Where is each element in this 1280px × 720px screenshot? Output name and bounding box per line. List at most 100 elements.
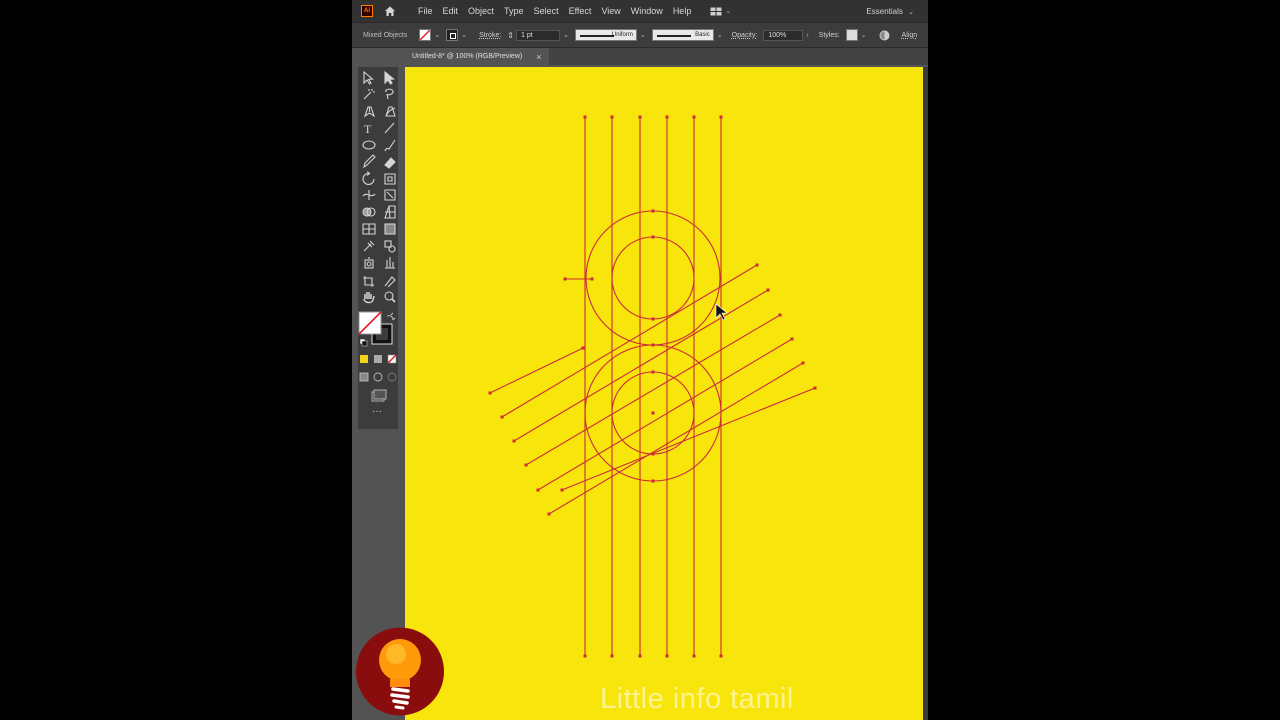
mesh-tool-icon[interactable] — [362, 223, 376, 235]
anchor-point[interactable] — [500, 415, 504, 419]
free-transform-icon[interactable] — [384, 189, 396, 201]
align-button[interactable]: Align — [902, 32, 918, 39]
opacity-label[interactable]: Opacity: — [732, 32, 758, 39]
diagonal-guide-path[interactable] — [548, 362, 804, 515]
direct-selection-tool-icon[interactable] — [384, 70, 395, 85]
menu-window[interactable]: Window — [626, 6, 668, 16]
anchor-point[interactable] — [583, 115, 587, 119]
rotate-tool-icon[interactable] — [362, 171, 375, 185]
document-tab[interactable]: Untitled-8* @ 100% (RGB/Preview) × — [404, 48, 550, 65]
diagonal-guide-path[interactable] — [513, 289, 769, 442]
anchor-point[interactable] — [692, 115, 696, 119]
home-icon[interactable] — [383, 4, 397, 18]
anchor-point[interactable] — [651, 343, 655, 347]
lasso-icon[interactable] — [385, 88, 394, 100]
anchor-point[interactable] — [665, 115, 669, 119]
screen-mode-icon[interactable] — [371, 389, 387, 402]
anchor-point[interactable] — [488, 391, 492, 395]
anchor-point[interactable] — [560, 488, 564, 492]
stroke-weight-value[interactable]: 1 pt — [516, 29, 560, 41]
diagonal-guide-path[interactable] — [537, 338, 793, 491]
outer-top-circle[interactable] — [585, 210, 721, 346]
pen-tool-icon[interactable] — [363, 106, 376, 118]
graphic-styles-swatch[interactable]: ⌄ — [845, 29, 867, 41]
line-tool-icon[interactable] — [384, 122, 395, 134]
diagonal-guide-path[interactable] — [489, 347, 584, 394]
zoom-tool-icon[interactable] — [384, 291, 396, 303]
recolor-artwork-icon[interactable] — [879, 30, 890, 41]
default-colors-icon[interactable] — [359, 338, 368, 347]
anchor-point[interactable] — [651, 479, 655, 483]
diagonal-guide-path[interactable] — [561, 387, 816, 491]
gradient-tool-icon[interactable] — [384, 223, 396, 235]
anchor-point[interactable] — [651, 209, 655, 213]
selection-tool-icon[interactable] — [363, 70, 374, 85]
eraser-icon[interactable] — [384, 157, 396, 169]
menu-help[interactable]: Help — [668, 6, 697, 16]
anchor-point[interactable] — [778, 313, 782, 317]
width-tool-icon[interactable] — [362, 190, 376, 200]
curvature-tool-icon[interactable] — [385, 106, 396, 117]
scale-tool-icon[interactable] — [384, 173, 396, 185]
shape-builder-icon[interactable] — [362, 207, 376, 217]
menu-select[interactable]: Select — [529, 6, 564, 16]
anchor-point[interactable] — [563, 277, 567, 281]
anchor-point[interactable] — [651, 317, 655, 321]
anchor-point[interactable] — [755, 263, 759, 267]
anchor-point[interactable] — [590, 277, 594, 281]
hand-tool-icon[interactable] — [363, 292, 375, 304]
anchor-point[interactable] — [547, 512, 551, 516]
menu-view[interactable]: View — [596, 6, 625, 16]
diagonal-guide-path[interactable] — [525, 314, 781, 466]
stroke-swatch[interactable]: ⌄ — [446, 29, 467, 41]
anchor-point[interactable] — [766, 288, 770, 292]
workspace-switcher[interactable]: Essentials ⌄ — [866, 7, 914, 16]
variable-width-profile[interactable]: Uniform ⌄ — [574, 29, 646, 41]
anchor-point[interactable] — [610, 654, 614, 658]
type-tool-icon[interactable]: T — [364, 122, 372, 136]
symbol-sprayer-icon[interactable] — [364, 257, 374, 269]
eyedropper-icon[interactable] — [363, 240, 375, 252]
fill-swatch[interactable]: ⌄ — [419, 29, 440, 41]
anchor-point[interactable] — [651, 370, 655, 374]
edit-toolbar-button[interactable]: ··· — [372, 406, 382, 417]
inner-top-circle[interactable] — [611, 236, 695, 320]
anchor-point[interactable] — [536, 488, 540, 492]
slice-tool-icon[interactable] — [384, 276, 396, 288]
ellipse-tool-icon[interactable] — [362, 140, 376, 150]
anchor-point[interactable] — [790, 337, 794, 341]
opacity-field[interactable]: 100% › — [763, 29, 809, 41]
brush-definition[interactable]: Basic ⌄ — [651, 29, 723, 41]
anchor-point[interactable] — [719, 115, 723, 119]
pencil-icon[interactable] — [363, 154, 376, 169]
menu-type[interactable]: Type — [499, 6, 529, 16]
opacity-value[interactable]: 100% — [763, 29, 804, 41]
anchor-point[interactable] — [665, 654, 669, 658]
anchor-point[interactable] — [524, 463, 528, 467]
close-tab-icon[interactable]: × — [536, 52, 541, 62]
paintbrush-icon[interactable] — [384, 139, 396, 152]
stroke-label[interactable]: Stroke: — [479, 32, 501, 39]
artboard[interactable]: Little info tamil — [405, 67, 923, 720]
stroke-weight-field[interactable]: ⇕ 1 pt ⌄ — [507, 29, 569, 41]
menu-edit[interactable]: Edit — [438, 6, 464, 16]
menu-object[interactable]: Object — [463, 6, 499, 16]
anchor-point[interactable] — [581, 346, 585, 350]
anchor-point[interactable] — [651, 235, 655, 239]
anchor-point[interactable] — [651, 452, 655, 456]
anchor-point[interactable] — [692, 654, 696, 658]
blend-tool-icon[interactable] — [384, 240, 396, 253]
perspective-grid-icon[interactable] — [384, 205, 396, 219]
anchor-point[interactable] — [801, 361, 805, 365]
anchor-point[interactable] — [813, 386, 817, 390]
anchor-point[interactable] — [638, 115, 642, 119]
arrange-documents-button[interactable]: ⌄ — [710, 7, 731, 16]
column-graph-icon[interactable] — [385, 257, 395, 269]
anchor-point[interactable] — [512, 439, 516, 443]
artwork-paths[interactable] — [405, 67, 923, 720]
anchor-point[interactable] — [638, 654, 642, 658]
magic-wand-icon[interactable] — [363, 89, 375, 100]
menu-effect[interactable]: Effect — [564, 6, 597, 16]
anchor-point[interactable] — [583, 654, 587, 658]
color-mode-icons[interactable] — [360, 354, 397, 364]
